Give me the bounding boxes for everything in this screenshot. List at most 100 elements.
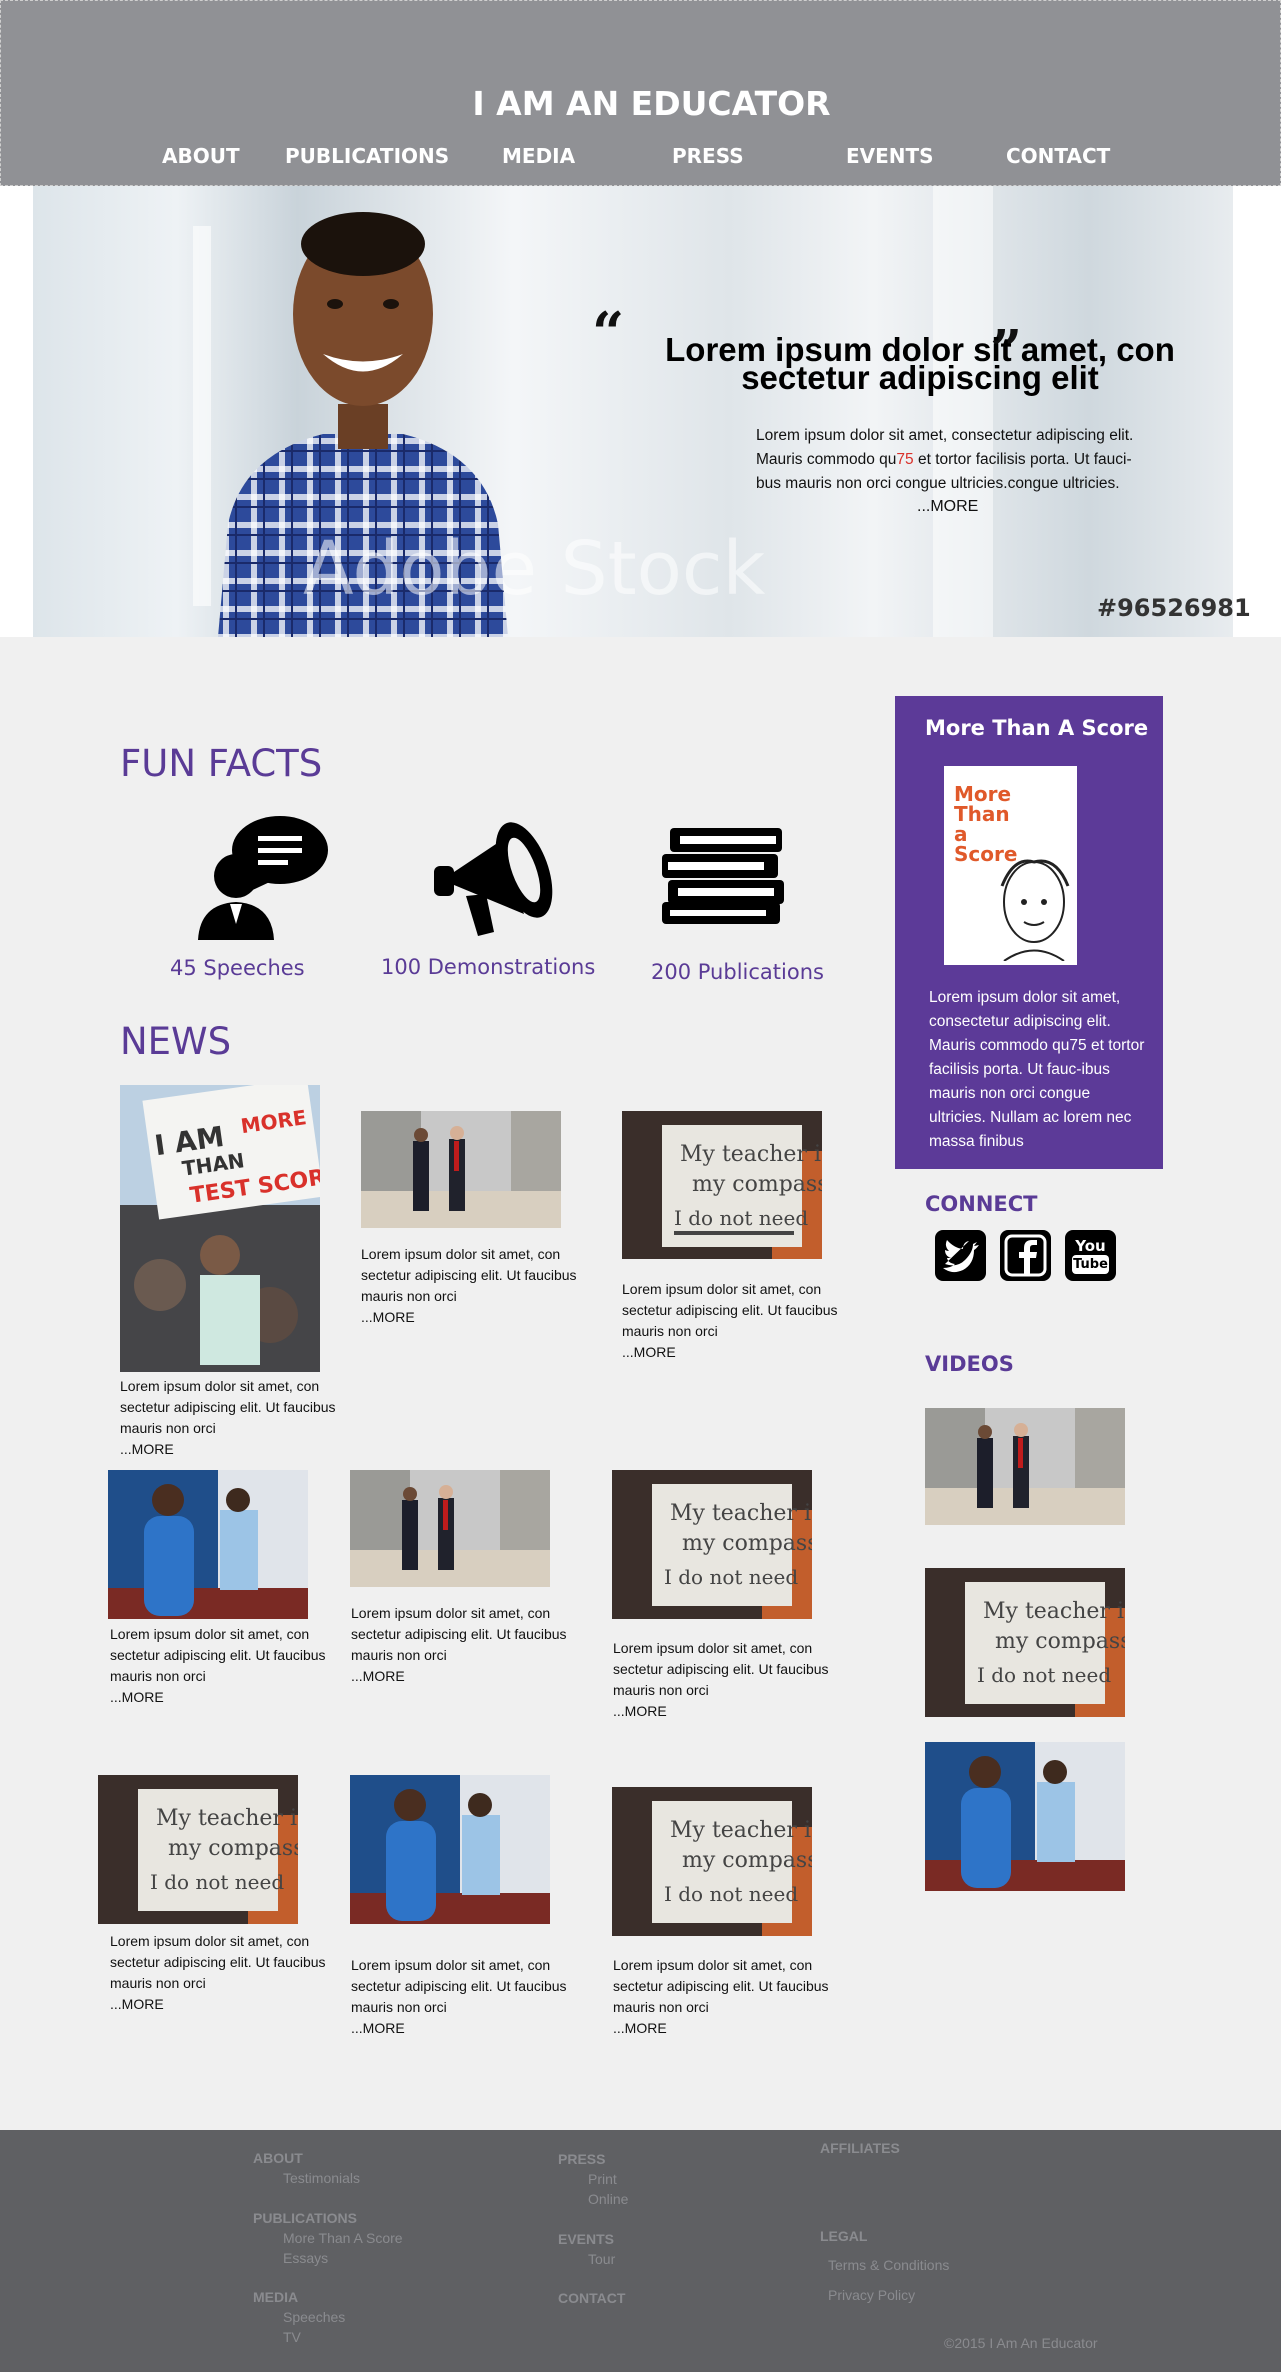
footer-press[interactable]: PRESS <box>558 2151 605 2167</box>
news-caption: Lorem ipsum dolor sit amet, con sectetur… <box>361 1246 577 1304</box>
hero-body: Lorem ipsum dolor sit amet, consectetur … <box>756 424 1156 496</box>
book-cover[interactable]: More Than a Score <box>944 766 1077 965</box>
news-caption: Lorem ipsum dolor sit amet, con sectetur… <box>110 1626 326 1684</box>
svg-text:I do not need: I do not need <box>664 1882 798 1906</box>
books-icon <box>662 828 784 924</box>
svg-text:I do not need: I do not need <box>150 1870 284 1894</box>
tv-interview-photo <box>925 1742 1125 1891</box>
footer-more-than-a-score[interactable]: More Than A Score <box>283 2230 403 2246</box>
tv-interview-photo <box>350 1775 550 1924</box>
news-more-link[interactable]: ...MORE <box>120 1439 340 1460</box>
news-more-link[interactable]: ...MORE <box>351 1666 571 1687</box>
protest-photo: I AM MORE THAN TEST SCORE <box>120 1085 320 1372</box>
footer-affiliates: AFFILIATES <box>820 2140 900 2156</box>
news-more-link[interactable]: ...MORE <box>613 2018 833 2039</box>
window-frame <box>33 226 211 606</box>
compass-sign-photo: My teacher is my compass. I do not need <box>98 1775 298 1924</box>
fact-speeches: 45 Speeches <box>170 956 305 980</box>
svg-text:my compass.: my compass. <box>692 1172 822 1197</box>
svg-text:my compass.: my compass. <box>682 1531 812 1556</box>
news-thumbnail[interactable] <box>108 1470 308 1619</box>
news-thumbnail[interactable]: My teacher is my compass. I do not need <box>612 1787 812 1936</box>
svg-text:My teacher is: My teacher is <box>670 1501 812 1526</box>
twitter-bird-glyph <box>943 1240 979 1273</box>
footer-privacy[interactable]: Privacy Policy <box>828 2287 915 2303</box>
news-caption: Lorem ipsum dolor sit amet, con sectetur… <box>120 1378 336 1436</box>
compass-sign-photo: My teacher is my compass. I do not need <box>612 1787 812 1936</box>
hero-more-link[interactable]: ...MORE <box>917 498 978 516</box>
footer-contact[interactable]: CONTACT <box>558 2290 625 2306</box>
news-more-link[interactable]: ...MORE <box>361 1307 581 1328</box>
news-thumbnail[interactable] <box>350 1775 550 1924</box>
hallway-photo <box>925 1408 1125 1525</box>
stock-watermark: Adobe Stock <box>303 526 766 612</box>
footer-essays[interactable]: Essays <box>283 2250 328 2266</box>
news-thumbnail[interactable] <box>361 1111 561 1228</box>
news-caption: Lorem ipsum dolor sit amet, con sectetur… <box>351 1957 567 2015</box>
video-thumbnail[interactable]: My teacher is my compass. I do not need <box>925 1568 1125 1717</box>
footer-tour[interactable]: Tour <box>588 2251 615 2267</box>
svg-text:My teacher is: My teacher is <box>670 1818 812 1843</box>
news-more-link[interactable]: ...MORE <box>622 1342 842 1363</box>
news-thumbnail[interactable]: My teacher is my compass. I do not need <box>98 1775 298 1924</box>
footer-online[interactable]: Online <box>588 2191 628 2207</box>
svg-text:my compass.: my compass. <box>682 1848 812 1873</box>
footer-about[interactable]: ABOUT <box>253 2150 303 2166</box>
twitter-icon[interactable] <box>935 1230 986 1281</box>
video-thumbnail[interactable] <box>925 1408 1125 1525</box>
youtube-icon[interactable]: You Tube <box>1065 1230 1116 1281</box>
footer-speeches[interactable]: Speeches <box>283 2309 345 2325</box>
compass-sign-photo: My teacher is my compass. I do not need <box>612 1470 812 1619</box>
footer-print[interactable]: Print <box>588 2171 617 2187</box>
fact-publications: 200 Publications <box>651 960 824 984</box>
nav-press[interactable]: PRESS <box>672 144 744 168</box>
hero-body-highlight: 75 <box>896 451 914 468</box>
news-thumbnail[interactable]: My teacher is my compass. I do not need <box>622 1111 822 1259</box>
news-caption: Lorem ipsum dolor sit amet, con sectetur… <box>110 1933 326 1991</box>
news-caption: Lorem ipsum dolor sit amet, con sectetur… <box>613 1640 829 1698</box>
footer-media[interactable]: MEDIA <box>253 2289 298 2305</box>
news-caption: Lorem ipsum dolor sit amet, con sectetur… <box>622 1281 838 1339</box>
news-more-link[interactable]: ...MORE <box>110 1994 330 2015</box>
more-than-a-score-description: Lorem ipsum dolor sit amet, consectetur … <box>929 989 1145 1150</box>
nav-about[interactable]: ABOUT <box>162 144 240 168</box>
site-title[interactable]: I AM AN EDUCATOR <box>0 84 1281 123</box>
video-thumbnail[interactable] <box>925 1742 1125 1891</box>
news-more-link[interactable]: ...MORE <box>613 1701 833 1722</box>
news-thumbnail[interactable]: My teacher is my compass. I do not need <box>612 1470 812 1619</box>
tv-interview-photo <box>108 1470 308 1619</box>
nav-contact[interactable]: CONTACT <box>1006 144 1110 168</box>
nav-publications[interactable]: PUBLICATIONS <box>285 144 449 168</box>
news-thumbnail[interactable] <box>350 1470 550 1587</box>
footer-copyright: ©2015 I Am An Educator <box>944 2335 1098 2351</box>
window-frame <box>933 186 993 637</box>
news-caption: Lorem ipsum dolor sit amet, con sectetur… <box>613 1957 829 2015</box>
facebook-f-glyph <box>1004 1234 1047 1277</box>
footer-events[interactable]: EVENTS <box>558 2231 614 2247</box>
youtube-label-you: You <box>1075 1237 1106 1255</box>
footer-testimonials[interactable]: Testimonials <box>283 2170 360 2186</box>
svg-text:I do not need: I do not need <box>977 1663 1111 1687</box>
more-than-a-score-title[interactable]: More Than A Score <box>925 716 1148 740</box>
news-heading: NEWS <box>120 1020 232 1063</box>
nav-media[interactable]: MEDIA <box>502 144 575 168</box>
speech-bubble-icon <box>198 816 328 940</box>
news-more-link[interactable]: ...MORE <box>110 1687 330 1708</box>
svg-text:my compass.: my compass. <box>995 1629 1125 1654</box>
svg-text:I do not need: I do not need <box>664 1565 798 1589</box>
news-more-link[interactable]: ...MORE <box>351 2018 571 2039</box>
footer-publications[interactable]: PUBLICATIONS <box>253 2210 357 2226</box>
facebook-icon[interactable] <box>1000 1230 1051 1281</box>
nav-events[interactable]: EVENTS <box>846 144 934 168</box>
book-portrait-illustration <box>1000 859 1070 961</box>
megaphone-icon <box>434 822 553 936</box>
news-caption: Lorem ipsum dolor sit amet, con sectetur… <box>351 1605 567 1663</box>
compass-sign-photo: My teacher is my compass. I do not need <box>925 1568 1125 1717</box>
footer-legal: LEGAL <box>820 2228 868 2244</box>
footer-terms[interactable]: Terms & Conditions <box>828 2257 949 2273</box>
svg-text:My teacher is: My teacher is <box>983 1599 1125 1624</box>
news-thumbnail[interactable]: I AM MORE THAN TEST SCORE <box>120 1085 320 1372</box>
footer-tv[interactable]: TV <box>283 2329 301 2345</box>
compass-sign-photo: My teacher is my compass. I do not need <box>622 1111 822 1259</box>
svg-text:My teacher is: My teacher is <box>680 1142 822 1167</box>
